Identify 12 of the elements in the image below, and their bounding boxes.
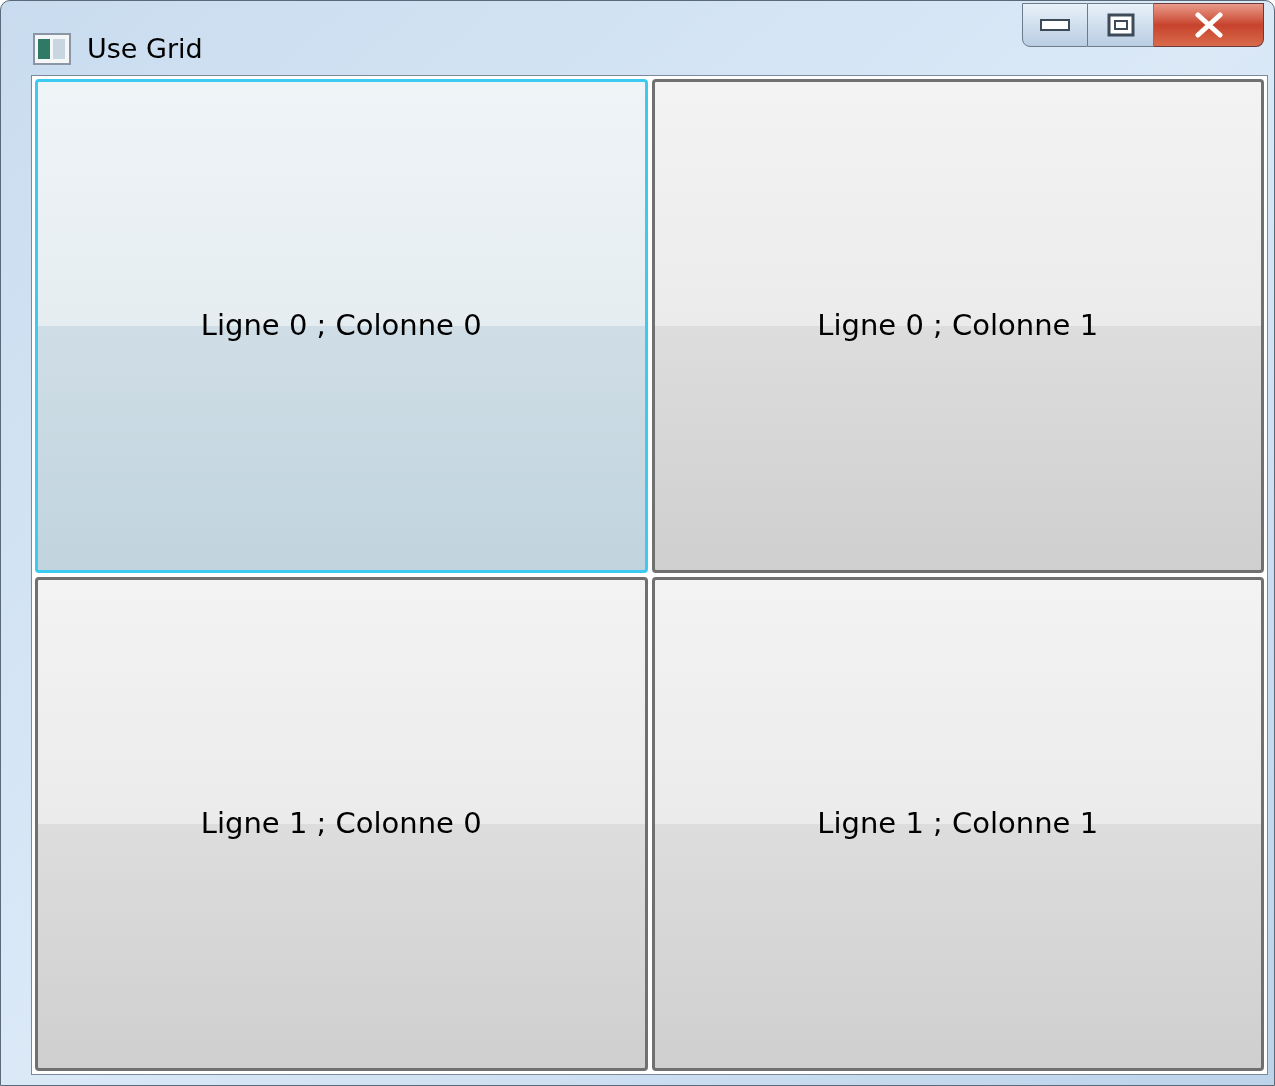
app-icon bbox=[33, 33, 71, 66]
minimize-icon bbox=[1040, 19, 1070, 31]
grid-button[interactable]: Ligne 1 ; Colonne 0 bbox=[35, 577, 648, 1071]
grid-button[interactable]: Ligne 1 ; Colonne 1 bbox=[651, 577, 1264, 1071]
close-icon bbox=[1193, 12, 1224, 38]
close-button[interactable] bbox=[1154, 3, 1264, 47]
minimize-button[interactable] bbox=[1022, 3, 1088, 47]
maximize-button[interactable] bbox=[1088, 3, 1154, 47]
maximize-icon bbox=[1106, 13, 1135, 37]
grid-button[interactable]: Ligne 0 ; Colonne 0 bbox=[35, 79, 648, 573]
grid-button[interactable]: Ligne 0 ; Colonne 1 bbox=[651, 79, 1264, 573]
window-title: Use Grid bbox=[87, 32, 203, 66]
